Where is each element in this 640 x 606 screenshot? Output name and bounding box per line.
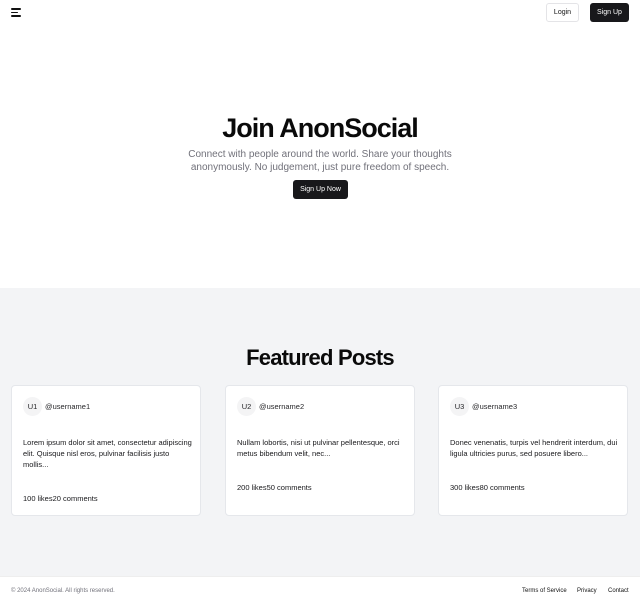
likes-count: 100 likes xyxy=(23,494,53,503)
copyright-text: © 2024 AnonSocial. All rights reserved. xyxy=(11,588,115,594)
post-author: U3 @username3 xyxy=(450,397,517,416)
comments-count: 20 comments xyxy=(52,494,98,503)
hero-section: Join AnonSocial Connect with people arou… xyxy=(0,27,640,288)
username[interactable]: @username1 xyxy=(45,402,90,411)
privacy-link[interactable]: Privacy xyxy=(577,588,597,594)
post-stats: 100 likes20 comments xyxy=(23,494,98,503)
top-navbar: Login Sign Up xyxy=(0,0,640,27)
comments-count: 50 comments xyxy=(266,483,312,492)
comments-count: 80 comments xyxy=(479,483,525,492)
avatar: U3 xyxy=(450,397,469,416)
contact-link[interactable]: Contact xyxy=(608,588,629,594)
post-author: U1 @username1 xyxy=(23,397,90,416)
hamburger-menu-icon[interactable] xyxy=(11,8,22,17)
username[interactable]: @username3 xyxy=(472,402,517,411)
username[interactable]: @username2 xyxy=(259,402,304,411)
avatar: U2 xyxy=(237,397,256,416)
footer: © 2024 AnonSocial. All rights reserved. … xyxy=(0,576,640,606)
featured-posts-section: Featured Posts U1 @username1 Lorem ipsum… xyxy=(0,288,640,576)
post-text: Donec venenatis, turpis vel hendrerit in… xyxy=(450,438,618,458)
likes-count: 200 likes xyxy=(237,483,267,492)
featured-posts-title: Featured Posts xyxy=(246,345,395,370)
likes-count: 300 likes xyxy=(450,483,480,492)
signup-button[interactable]: Sign Up xyxy=(590,3,629,22)
hero-subtitle: Connect with people around the world. Sh… xyxy=(188,149,452,173)
post-stats: 300 likes80 comments xyxy=(450,483,525,492)
post-text: Nullam lobortis, nisi ut pulvinar pellen… xyxy=(237,438,400,458)
terms-of-service-link[interactable]: Terms of Service xyxy=(522,588,567,594)
post-text: Lorem ipsum dolor sit amet, consectetur … xyxy=(23,438,192,469)
post-card[interactable]: U1 @username1 Lorem ipsum dolor sit amet… xyxy=(11,385,201,516)
post-card[interactable]: U2 @username2 Nullam lobortis, nisi ut p… xyxy=(225,385,415,516)
login-button[interactable]: Login xyxy=(546,3,579,22)
post-author: U2 @username2 xyxy=(237,397,304,416)
post-stats: 200 likes50 comments xyxy=(237,483,312,492)
hero-title: Join AnonSocial xyxy=(222,113,419,143)
avatar: U1 xyxy=(23,397,42,416)
post-card[interactable]: U3 @username3 Donec venenatis, turpis ve… xyxy=(438,385,628,516)
signup-now-button[interactable]: Sign Up Now xyxy=(293,180,348,199)
